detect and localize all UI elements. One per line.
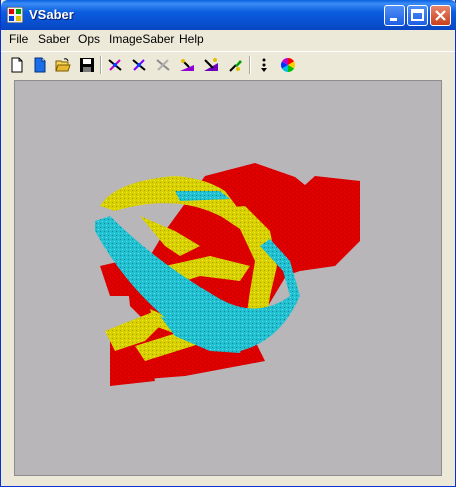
close-button[interactable] [430,5,451,26]
3d-model-render [95,163,360,386]
title-bar[interactable]: VSaber [1,0,456,30]
vsaber-window: VSaber File Saber Ops ImageSaber Help [0,0,456,487]
minimize-icon [390,18,397,21]
saber-tool-5-icon [204,58,218,71]
minimize-button[interactable] [384,5,405,26]
menu-help[interactable]: Help [179,32,204,46]
save-button[interactable] [77,55,97,75]
new-file-icon [11,57,23,73]
menu-saber[interactable]: Saber [38,32,70,46]
save-disk-icon [80,58,94,72]
menu-imagesaber[interactable]: ImageSaber [109,32,174,46]
toolbar [1,51,455,78]
saber-tool-1-icon [108,59,122,71]
saber-tool-4-button[interactable] [177,55,197,75]
saber-tool-2-button[interactable] [129,55,149,75]
new-blue-file-icon [34,57,46,73]
open-folder-button[interactable] [53,55,73,75]
toolbar-separator [100,56,102,74]
toolbar-separator [249,56,251,74]
color-wheel-button[interactable] [278,55,298,75]
vertical-dots-icon [261,58,267,72]
saber-tool-2-icon [132,59,146,71]
vertical-dots-button[interactable] [254,55,274,75]
new-blue-file-button[interactable] [30,55,50,75]
maximize-icon [411,9,424,21]
maximize-button[interactable] [407,5,428,26]
saber-tool-4-icon [180,59,194,71]
render-viewport[interactable] [14,80,442,476]
color-wheel-icon [281,58,295,72]
menu-bar: File Saber Ops ImageSaber Help [1,30,455,49]
menu-file[interactable]: File [9,32,28,46]
saber-tool-1-button[interactable] [105,55,125,75]
saber-tool-5-button[interactable] [201,55,221,75]
new-file-button[interactable] [7,55,27,75]
saber-tool-3-icon [156,59,170,71]
app-icon [7,7,23,23]
open-folder-icon [55,58,71,72]
window-title: VSaber [29,7,74,22]
close-icon [435,10,446,21]
paint-brush-icon [229,60,242,72]
paint-brush-button[interactable] [225,55,245,75]
saber-tool-3-button[interactable] [153,55,173,75]
menu-ops[interactable]: Ops [78,32,100,46]
